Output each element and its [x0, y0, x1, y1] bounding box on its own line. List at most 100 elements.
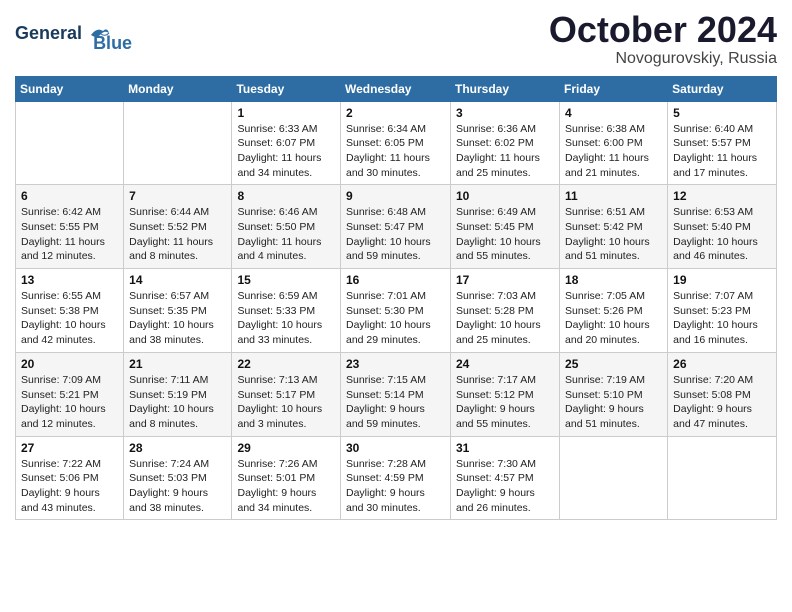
- day-number: 11: [565, 189, 662, 203]
- day-info: Sunrise: 6:57 AM Sunset: 5:35 PM Dayligh…: [129, 289, 226, 348]
- day-info: Sunrise: 7:15 AM Sunset: 5:14 PM Dayligh…: [346, 373, 445, 432]
- day-number: 9: [346, 189, 445, 203]
- table-row: [668, 436, 777, 520]
- day-number: 13: [21, 273, 118, 287]
- header-friday: Friday: [560, 76, 668, 101]
- day-number: 18: [565, 273, 662, 287]
- day-info: Sunrise: 7:26 AM Sunset: 5:01 PM Dayligh…: [237, 457, 335, 516]
- table-row: 5 Sunrise: 6:40 AM Sunset: 5:57 PM Daylig…: [668, 101, 777, 185]
- day-number: 2: [346, 106, 445, 120]
- title-block: October 2024 Novogurovskiy, Russia: [549, 10, 777, 68]
- logo-general: General: [15, 23, 82, 43]
- day-number: 7: [129, 189, 226, 203]
- day-info: Sunrise: 7:17 AM Sunset: 5:12 PM Dayligh…: [456, 373, 554, 432]
- day-info: Sunrise: 7:24 AM Sunset: 5:03 PM Dayligh…: [129, 457, 226, 516]
- logo-blue: Blue: [93, 33, 132, 54]
- calendar-week-row: 6 Sunrise: 6:42 AM Sunset: 5:55 PM Daylig…: [16, 185, 777, 269]
- day-info: Sunrise: 7:20 AM Sunset: 5:08 PM Dayligh…: [673, 373, 771, 432]
- day-number: 14: [129, 273, 226, 287]
- day-info: Sunrise: 6:46 AM Sunset: 5:50 PM Dayligh…: [237, 205, 335, 264]
- header-wednesday: Wednesday: [341, 76, 451, 101]
- table-row: 13 Sunrise: 6:55 AM Sunset: 5:38 PM Dayli…: [16, 269, 124, 353]
- table-row: 7 Sunrise: 6:44 AM Sunset: 5:52 PM Daylig…: [124, 185, 232, 269]
- table-row: 12 Sunrise: 6:53 AM Sunset: 5:40 PM Dayli…: [668, 185, 777, 269]
- month-title: October 2024: [549, 10, 777, 50]
- location: Novogurovskiy, Russia: [549, 50, 777, 68]
- day-info: Sunrise: 6:38 AM Sunset: 6:00 PM Dayligh…: [565, 122, 662, 181]
- table-row: 24 Sunrise: 7:17 AM Sunset: 5:12 PM Dayli…: [451, 352, 560, 436]
- table-row: [560, 436, 668, 520]
- day-info: Sunrise: 6:40 AM Sunset: 5:57 PM Dayligh…: [673, 122, 771, 181]
- day-number: 27: [21, 441, 118, 455]
- day-number: 25: [565, 357, 662, 371]
- table-row: 4 Sunrise: 6:38 AM Sunset: 6:00 PM Daylig…: [560, 101, 668, 185]
- table-row: 14 Sunrise: 6:57 AM Sunset: 5:35 PM Dayli…: [124, 269, 232, 353]
- day-info: Sunrise: 6:53 AM Sunset: 5:40 PM Dayligh…: [673, 205, 771, 264]
- day-number: 6: [21, 189, 118, 203]
- day-number: 20: [21, 357, 118, 371]
- day-number: 1: [237, 106, 335, 120]
- day-number: 12: [673, 189, 771, 203]
- logo: General Blue: [15, 15, 132, 54]
- day-info: Sunrise: 7:30 AM Sunset: 4:57 PM Dayligh…: [456, 457, 554, 516]
- header-thursday: Thursday: [451, 76, 560, 101]
- day-number: 16: [346, 273, 445, 287]
- table-row: 29 Sunrise: 7:26 AM Sunset: 5:01 PM Dayli…: [232, 436, 341, 520]
- day-info: Sunrise: 7:09 AM Sunset: 5:21 PM Dayligh…: [21, 373, 118, 432]
- day-number: 24: [456, 357, 554, 371]
- day-number: 30: [346, 441, 445, 455]
- table-row: [16, 101, 124, 185]
- table-row: 6 Sunrise: 6:42 AM Sunset: 5:55 PM Daylig…: [16, 185, 124, 269]
- day-info: Sunrise: 6:49 AM Sunset: 5:45 PM Dayligh…: [456, 205, 554, 264]
- day-info: Sunrise: 7:19 AM Sunset: 5:10 PM Dayligh…: [565, 373, 662, 432]
- day-info: Sunrise: 7:03 AM Sunset: 5:28 PM Dayligh…: [456, 289, 554, 348]
- day-info: Sunrise: 6:42 AM Sunset: 5:55 PM Dayligh…: [21, 205, 118, 264]
- day-info: Sunrise: 7:13 AM Sunset: 5:17 PM Dayligh…: [237, 373, 335, 432]
- table-row: 9 Sunrise: 6:48 AM Sunset: 5:47 PM Daylig…: [341, 185, 451, 269]
- day-number: 19: [673, 273, 771, 287]
- day-number: 5: [673, 106, 771, 120]
- day-info: Sunrise: 6:34 AM Sunset: 6:05 PM Dayligh…: [346, 122, 445, 181]
- day-info: Sunrise: 7:05 AM Sunset: 5:26 PM Dayligh…: [565, 289, 662, 348]
- day-number: 28: [129, 441, 226, 455]
- day-number: 10: [456, 189, 554, 203]
- table-row: 15Sunrise: 6:59 AM Sunset: 5:33 PM Dayli…: [232, 269, 341, 353]
- day-info: Sunrise: 7:28 AM Sunset: 4:59 PM Dayligh…: [346, 457, 445, 516]
- header: General Blue October 2024 Novogurovskiy,…: [15, 10, 777, 68]
- header-tuesday: Tuesday: [232, 76, 341, 101]
- day-number: 23: [346, 357, 445, 371]
- day-info: Sunrise: 6:44 AM Sunset: 5:52 PM Dayligh…: [129, 205, 226, 264]
- table-row: 2 Sunrise: 6:34 AM Sunset: 6:05 PM Daylig…: [341, 101, 451, 185]
- table-row: 27Sunrise: 7:22 AM Sunset: 5:06 PM Dayli…: [16, 436, 124, 520]
- calendar-week-row: 20 Sunrise: 7:09 AM Sunset: 5:21 PM Dayli…: [16, 352, 777, 436]
- day-info: Sunrise: 6:36 AM Sunset: 6:02 PM Dayligh…: [456, 122, 554, 181]
- day-info: Sunrise: 6:59 AM Sunset: 5:33 PM Dayligh…: [237, 289, 335, 348]
- table-row: 26Sunrise: 7:20 AM Sunset: 5:08 PM Dayli…: [668, 352, 777, 436]
- day-number: 17: [456, 273, 554, 287]
- table-row: 16Sunrise: 7:01 AM Sunset: 5:30 PM Dayli…: [341, 269, 451, 353]
- calendar-header-row: Sunday Monday Tuesday Wednesday Thursday…: [16, 76, 777, 101]
- table-row: 18 Sunrise: 7:05 AM Sunset: 5:26 PM Dayli…: [560, 269, 668, 353]
- day-number: 29: [237, 441, 335, 455]
- header-monday: Monday: [124, 76, 232, 101]
- day-info: Sunrise: 7:11 AM Sunset: 5:19 PM Dayligh…: [129, 373, 226, 432]
- table-row: 28 Sunrise: 7:24 AM Sunset: 5:03 PM Dayli…: [124, 436, 232, 520]
- day-number: 8: [237, 189, 335, 203]
- day-number: 4: [565, 106, 662, 120]
- day-info: Sunrise: 6:55 AM Sunset: 5:38 PM Dayligh…: [21, 289, 118, 348]
- day-info: Sunrise: 6:51 AM Sunset: 5:42 PM Dayligh…: [565, 205, 662, 264]
- table-row: 3 Sunrise: 6:36 AM Sunset: 6:02 PM Daylig…: [451, 101, 560, 185]
- calendar-week-row: 27Sunrise: 7:22 AM Sunset: 5:06 PM Dayli…: [16, 436, 777, 520]
- day-number: 3: [456, 106, 554, 120]
- table-row: 1Sunrise: 6:33 AM Sunset: 6:07 PM Daylig…: [232, 101, 341, 185]
- page-container: General Blue October 2024 Novogurovskiy,…: [0, 0, 792, 525]
- table-row: 23 Sunrise: 7:15 AM Sunset: 5:14 PM Dayli…: [341, 352, 451, 436]
- table-row: 30 Sunrise: 7:28 AM Sunset: 4:59 PM Dayli…: [341, 436, 451, 520]
- table-row: 19Sunrise: 7:07 AM Sunset: 5:23 PM Dayli…: [668, 269, 777, 353]
- day-info: Sunrise: 6:48 AM Sunset: 5:47 PM Dayligh…: [346, 205, 445, 264]
- table-row: 25 Sunrise: 7:19 AM Sunset: 5:10 PM Dayli…: [560, 352, 668, 436]
- calendar-table: Sunday Monday Tuesday Wednesday Thursday…: [15, 76, 777, 521]
- calendar-week-row: 13 Sunrise: 6:55 AM Sunset: 5:38 PM Dayli…: [16, 269, 777, 353]
- table-row: 11 Sunrise: 6:51 AM Sunset: 5:42 PM Dayli…: [560, 185, 668, 269]
- table-row: 31Sunrise: 7:30 AM Sunset: 4:57 PM Dayli…: [451, 436, 560, 520]
